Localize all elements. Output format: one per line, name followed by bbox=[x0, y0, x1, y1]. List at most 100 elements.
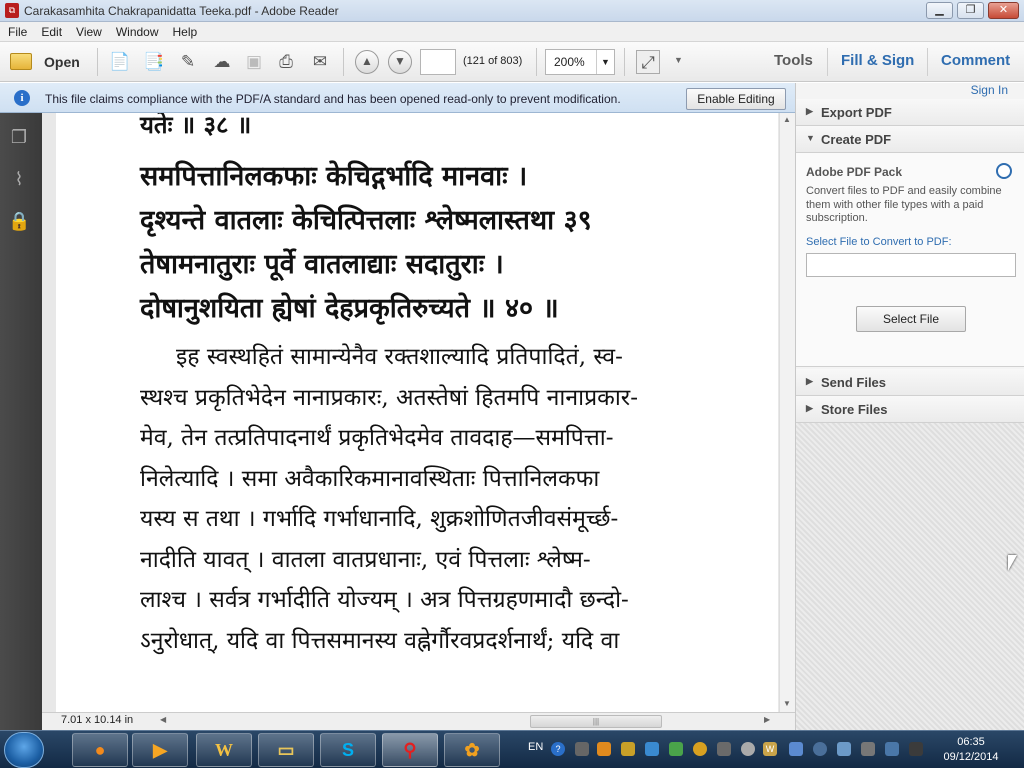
firefox-taskbar-icon[interactable]: ● bbox=[72, 733, 128, 767]
scroll-up-icon[interactable]: ▲ bbox=[783, 115, 791, 124]
clock-date: 09/12/2014 bbox=[943, 751, 999, 763]
maximize-button[interactable]: ❐ bbox=[957, 2, 984, 19]
page-size: 7.01 x 10.14 in bbox=[61, 714, 134, 726]
tray-icon[interactable] bbox=[693, 742, 707, 756]
tray-icon[interactable] bbox=[645, 742, 659, 756]
send-files-section[interactable]: ▶ Send Files bbox=[796, 369, 1024, 396]
toolbar-dropdown-icon[interactable]: ▼ bbox=[674, 55, 683, 65]
email-icon[interactable]: ✉ bbox=[308, 50, 332, 74]
tray-icon[interactable] bbox=[621, 742, 635, 756]
tray-icon[interactable] bbox=[597, 742, 611, 756]
scroll-right-icon[interactable]: ▶ bbox=[764, 715, 770, 724]
commentary-line: मेव, तेन तत्प्रतिपादनार्थं प्रकृतिभेदमेव… bbox=[140, 425, 614, 451]
menu-window[interactable]: Window bbox=[108, 22, 165, 39]
skype-taskbar-icon[interactable]: S bbox=[320, 733, 376, 767]
tray-icon[interactable] bbox=[575, 742, 589, 756]
divider bbox=[624, 48, 625, 76]
combine-icon[interactable]: 📑 bbox=[142, 50, 166, 74]
app-taskbar-icon[interactable]: ✿ bbox=[444, 733, 500, 767]
previous-page-button[interactable]: ▲ bbox=[355, 50, 379, 74]
tray-icon[interactable]: W bbox=[763, 742, 777, 756]
commentary-line: इह स्वस्थहितं सामान्येनैव रक्तशाल्यादि प… bbox=[176, 344, 623, 370]
tab-tools[interactable]: Tools bbox=[774, 52, 813, 69]
folder-icon bbox=[10, 53, 32, 70]
volume-icon[interactable] bbox=[861, 742, 875, 756]
language-indicator[interactable]: EN bbox=[528, 741, 543, 753]
fit-page-icon[interactable]: ⤢ bbox=[636, 50, 660, 74]
menu-help[interactable]: Help bbox=[165, 22, 204, 39]
menu-view[interactable]: View bbox=[68, 22, 108, 39]
scroll-down-icon[interactable]: ▼ bbox=[783, 699, 791, 708]
adobe-reader-taskbar-icon[interactable]: ⚲ bbox=[382, 733, 438, 767]
network-icon[interactable] bbox=[885, 742, 899, 756]
window-title: Carakasamhita Chakrapanidatta Teeka.pdf … bbox=[24, 4, 339, 18]
title-bar: ⧉ Carakasamhita Chakrapanidatta Teeka.pd… bbox=[0, 0, 1024, 22]
upload-cloud-icon[interactable]: ☁ bbox=[210, 50, 234, 74]
edit-icon[interactable]: ✎ bbox=[176, 50, 200, 74]
zoom-value: 200% bbox=[554, 55, 585, 69]
divider bbox=[97, 48, 98, 76]
tab-fill-sign[interactable]: Fill & Sign bbox=[841, 52, 914, 69]
tray-icon[interactable] bbox=[909, 742, 923, 756]
tray-icon[interactable] bbox=[813, 742, 827, 756]
export-pdf-label: Export PDF bbox=[821, 105, 892, 120]
next-page-button[interactable]: ▼ bbox=[388, 50, 412, 74]
open-button[interactable]: Open bbox=[8, 50, 80, 74]
file-path-field[interactable] bbox=[806, 253, 1016, 277]
create-pdf-label: Create PDF bbox=[821, 132, 892, 147]
select-file-button[interactable]: Select File bbox=[856, 306, 966, 332]
create-pdf-section[interactable]: ▼ Create PDF bbox=[796, 126, 1024, 153]
page-status: (121 of 803) bbox=[463, 55, 523, 67]
menu-bar: File Edit View Window Help bbox=[0, 22, 1024, 42]
divider bbox=[927, 48, 928, 76]
scroll-left-icon[interactable]: ◀ bbox=[160, 715, 166, 724]
store-files-section[interactable]: ▶ Store Files bbox=[796, 396, 1024, 423]
tray-icon[interactable] bbox=[741, 742, 755, 756]
explorer-taskbar-icon[interactable]: ▭ bbox=[258, 733, 314, 767]
start-button[interactable] bbox=[4, 732, 44, 768]
document-view[interactable]: यतेः ॥ ३८ ॥ समपित्तानिलकफाः केचिद्गर्भाद… bbox=[42, 113, 795, 712]
mouse-cursor-icon bbox=[1008, 555, 1017, 571]
create-pdf-icon[interactable]: 📄 bbox=[108, 50, 132, 74]
media-player-taskbar-icon[interactable]: ▶ bbox=[132, 733, 188, 767]
close-button[interactable]: ✕ bbox=[988, 2, 1019, 19]
vertical-scrollbar[interactable]: ▲ ▼ bbox=[779, 113, 795, 712]
chevron-right-icon: ▶ bbox=[806, 376, 813, 386]
signatures-icon[interactable]: 🔒 bbox=[8, 211, 30, 235]
verse-line: दृश्यन्ते वातलाः केचित्पित्तलाः श्लेष्मल… bbox=[140, 205, 592, 236]
clock[interactable]: 06:35 09/12/2014 bbox=[938, 735, 1004, 765]
info-bar: i This file claims compliance with the P… bbox=[0, 83, 795, 113]
menu-file[interactable]: File bbox=[0, 22, 33, 39]
navigation-pane: ❐ ⌇ 🔒 bbox=[0, 113, 42, 730]
tray-icon[interactable] bbox=[789, 742, 803, 756]
enable-editing-button[interactable]: Enable Editing bbox=[686, 88, 786, 110]
empty-pane-area bbox=[796, 423, 1024, 730]
pdf-pack-icon bbox=[996, 163, 1012, 179]
export-pdf-section[interactable]: ▶ Export PDF bbox=[796, 99, 1024, 126]
word-taskbar-icon[interactable]: W bbox=[196, 733, 252, 767]
sign-in-link[interactable]: Sign In bbox=[971, 83, 1008, 97]
tab-comment[interactable]: Comment bbox=[941, 52, 1010, 69]
minimize-button[interactable]: ▁ bbox=[926, 2, 953, 19]
adobe-reader-icon: ⧉ bbox=[5, 3, 19, 18]
save-icon[interactable]: ▣ bbox=[242, 50, 266, 74]
attachments-icon[interactable]: ⌇ bbox=[8, 169, 30, 193]
divider bbox=[343, 48, 344, 76]
horizontal-scroll-thumb[interactable]: ||| bbox=[530, 715, 662, 728]
tray-icon[interactable] bbox=[717, 742, 731, 756]
print-icon[interactable]: ⎙ bbox=[274, 50, 298, 74]
pack-title: Adobe PDF Pack bbox=[806, 165, 903, 179]
commentary-line: यस्य स तथा । गर्भादि गर्भाधानादि, शुक्रश… bbox=[140, 506, 619, 532]
page-thumbnails-icon[interactable]: ❐ bbox=[8, 127, 30, 151]
zoom-select[interactable]: 200% ▼ bbox=[545, 49, 615, 75]
commentary-line: स्थश्च प्रकृतिभेदेन नानाप्रकारः, अतस्तेष… bbox=[140, 384, 638, 411]
pdf-page: यतेः ॥ ३८ ॥ समपित्तानिलकफाः केचिद्गर्भाद… bbox=[56, 113, 778, 712]
tray-icon[interactable] bbox=[837, 742, 851, 756]
divider bbox=[536, 48, 537, 76]
page-number-input[interactable] bbox=[420, 49, 456, 75]
verse-line: दोषानुशयिता ह्येषां देहप्रकृतिरुच्यते ॥ … bbox=[140, 293, 559, 324]
tools-pane: Sign In ▶ Export PDF ▼ Create PDF Adobe PD… bbox=[795, 83, 1024, 730]
help-tray-icon[interactable]: ? bbox=[551, 742, 565, 756]
menu-edit[interactable]: Edit bbox=[33, 22, 68, 39]
tray-icon[interactable] bbox=[669, 742, 683, 756]
